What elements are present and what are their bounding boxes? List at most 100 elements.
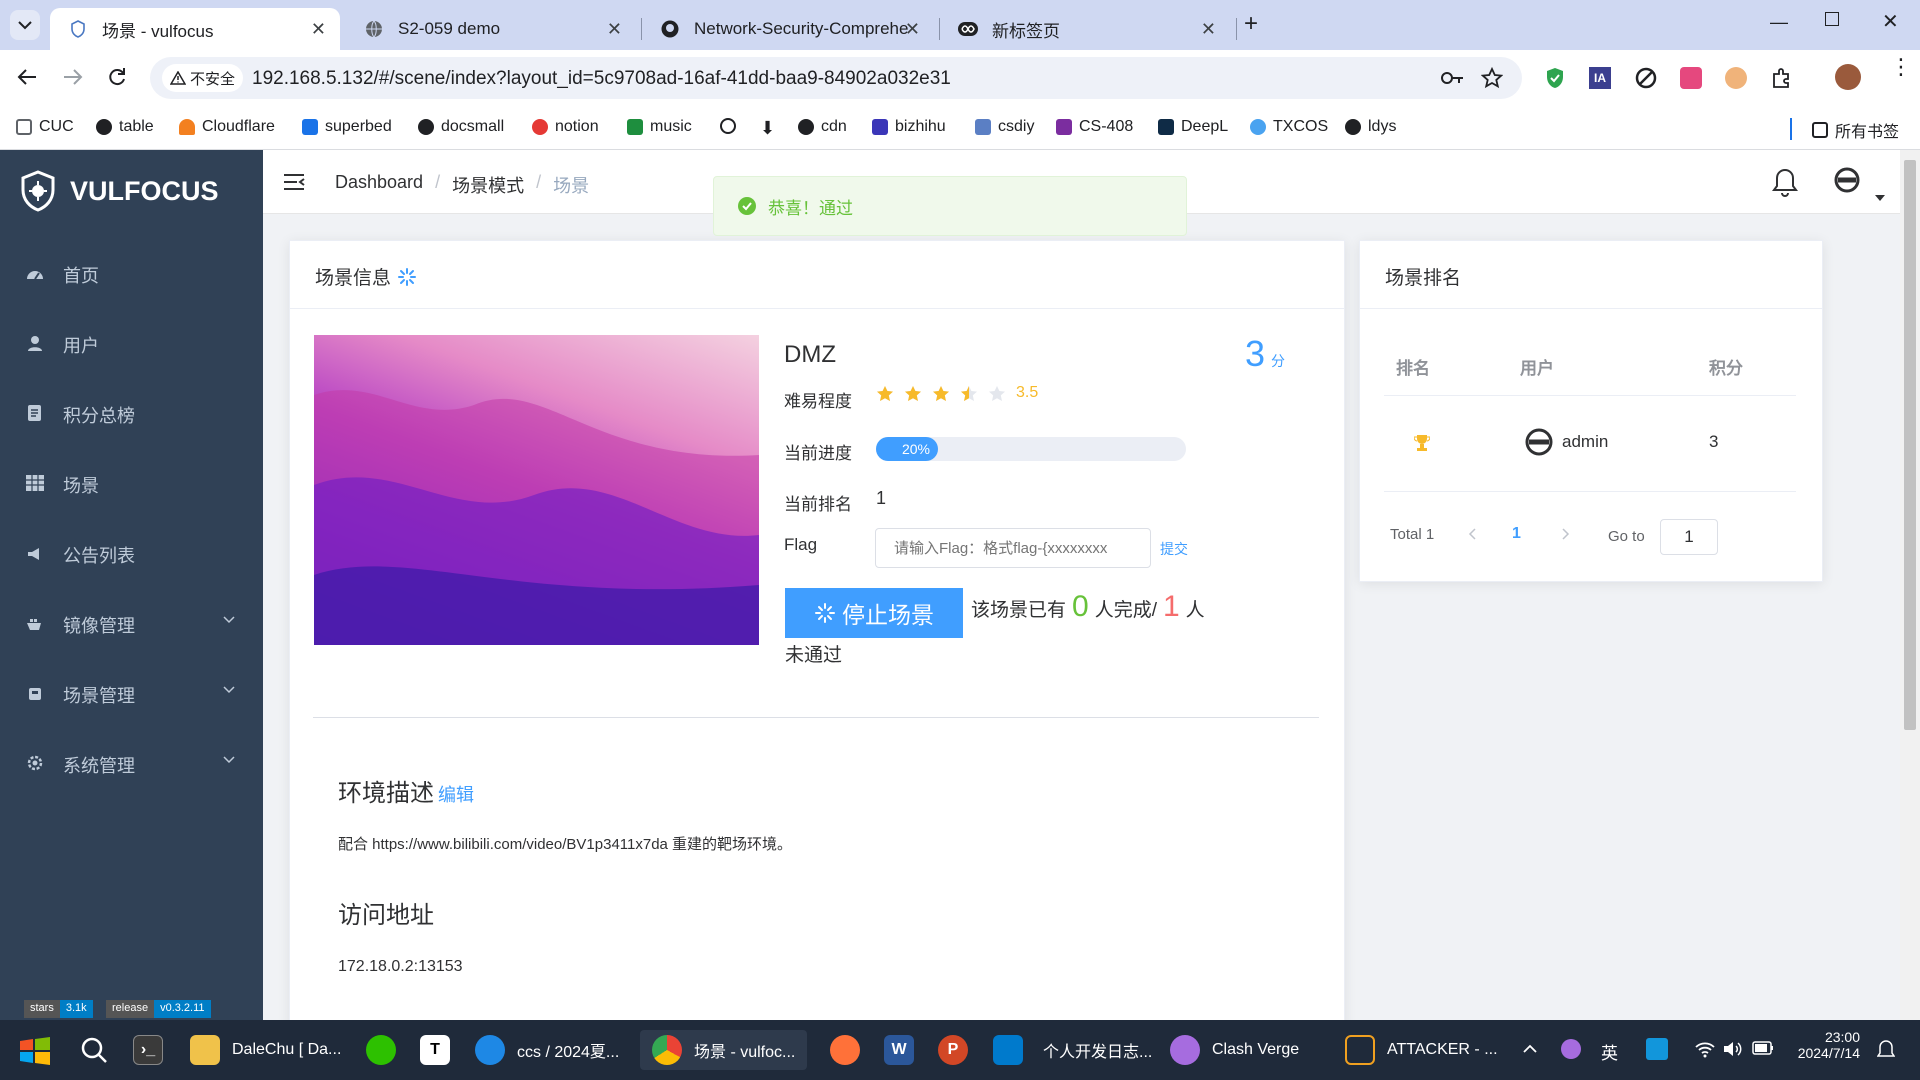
close-tab-icon[interactable]: ✕ <box>607 19 622 40</box>
bookmark-item[interactable]: docsmall <box>418 118 504 136</box>
profile-avatar[interactable] <box>1835 64 1861 90</box>
ime-indicator[interactable]: 英 <box>1601 1039 1618 1064</box>
tab-network-security[interactable]: Network-Security-Comprehe ✕ <box>642 8 934 50</box>
close-tab-icon[interactable]: ✕ <box>905 19 920 40</box>
firefox-taskbar-button[interactable] <box>830 1030 860 1070</box>
breadcrumb-scene-mode[interactable]: 场景模式 <box>452 172 524 198</box>
address-bar[interactable]: 不安全 192.168.5.132/#/scene/index?layout_i… <box>150 57 1522 99</box>
sidebar-item-leaderboard[interactable]: 积分总榜 <box>0 380 263 450</box>
bookmark-item[interactable]: table <box>96 118 154 136</box>
flag-input[interactable] <box>875 528 1151 568</box>
bookmark-item[interactable]: Cloudflare <box>179 118 275 136</box>
breadcrumb-dashboard[interactable]: Dashboard <box>335 172 423 198</box>
start-button[interactable] <box>18 1030 52 1070</box>
chevron-up-icon[interactable] <box>1523 1044 1537 1054</box>
bookmark-item[interactable]: CS-408 <box>1056 118 1133 136</box>
ia-extension-icon[interactable]: IA <box>1589 67 1611 89</box>
back-arrow-icon[interactable] <box>17 68 37 86</box>
taskbar-app[interactable]: ccs / 2024夏... <box>475 1030 619 1070</box>
more-menu-icon[interactable]: ⋮ <box>1890 56 1912 78</box>
battery-icon[interactable] <box>1752 1041 1774 1055</box>
password-key-icon[interactable] <box>1440 70 1464 86</box>
close-tab-icon[interactable]: ✕ <box>311 19 326 40</box>
music-icon <box>627 119 643 135</box>
notification-bell-icon[interactable] <box>1877 1039 1895 1059</box>
bookmark-item[interactable]: music <box>627 118 692 136</box>
stars-badge[interactable]: stars 3.1k <box>24 1000 93 1018</box>
translate-extension-icon[interactable] <box>1680 67 1702 89</box>
reload-icon[interactable] <box>107 67 127 87</box>
page-scrollbar[interactable] <box>1900 150 1920 1020</box>
user-avatar[interactable] <box>1834 167 1860 193</box>
taskbar-app[interactable]: ATTACKER - ... <box>1345 1030 1498 1070</box>
tab-new-tab[interactable]: 新标签页 ✕ <box>940 8 1230 50</box>
search-taskbar-button[interactable] <box>80 1030 108 1070</box>
close-window-button[interactable]: ✕ <box>1882 9 1899 34</box>
bookmark-item[interactable]: csdiy <box>975 118 1034 136</box>
word-taskbar-button[interactable]: W <box>884 1030 914 1070</box>
bookmark-item[interactable]: CUC <box>16 118 74 136</box>
bookmark-item[interactable]: superbed <box>302 118 392 136</box>
tab-vulfocus[interactable]: 场景 - vulfocus ✕ <box>50 8 340 50</box>
forward-arrow-icon[interactable] <box>63 68 83 86</box>
taskbar-app-active[interactable]: 场景 - vulfoc... <box>640 1030 808 1070</box>
goto-page-input[interactable]: 1 <box>1660 519 1718 555</box>
download-icon[interactable]: ⬇ <box>760 118 775 139</box>
sidebar-item-system-management[interactable]: 系统管理 <box>0 730 263 800</box>
bell-icon[interactable] <box>1772 167 1798 197</box>
sidebar-item-announcements[interactable]: 公告列表 <box>0 520 263 590</box>
adguard-extension-icon[interactable] <box>1545 67 1565 89</box>
rank-score: 3 <box>1709 432 1719 451</box>
hamburger-toggle-icon[interactable] <box>283 173 305 191</box>
pagination-page[interactable]: 1 <box>1512 525 1521 543</box>
sidebar-item-image-management[interactable]: 镜像管理 <box>0 590 263 660</box>
bookmark-item[interactable]: TXCOS <box>1250 118 1328 136</box>
submit-flag-link[interactable]: 提交 <box>1160 539 1188 559</box>
app-logo[interactable]: VULFOCUS <box>20 170 219 212</box>
tray-cat-icon[interactable] <box>1561 1039 1581 1059</box>
baidu-tray-icon[interactable] <box>1646 1038 1668 1060</box>
bookmark-item[interactable]: DeepL <box>1158 118 1228 136</box>
security-indicator[interactable]: 不安全 <box>162 64 244 92</box>
terminal-taskbar-button[interactable]: ›_ <box>133 1030 163 1070</box>
taskbar-app[interactable]: DaleChu [ Da... <box>190 1030 341 1070</box>
scrollbar-thumb[interactable] <box>1904 160 1916 730</box>
stop-scene-button[interactable]: 停止场景 <box>785 588 963 638</box>
close-tab-icon[interactable]: ✕ <box>1201 19 1216 40</box>
extensions-puzzle-icon[interactable] <box>1771 67 1793 89</box>
tab-search-button[interactable] <box>10 10 40 40</box>
taskbar-app[interactable]: Clash Verge <box>1170 1030 1299 1070</box>
restore-window-button[interactable] <box>1825 12 1839 26</box>
difficulty-value: 3.5 <box>1016 384 1039 401</box>
edit-link[interactable]: 编辑 <box>438 781 474 807</box>
bookmark-item[interactable]: notion <box>532 118 599 136</box>
minimize-window-button[interactable]: — <box>1770 12 1788 33</box>
table-row[interactable]: admin 3 <box>1384 396 1796 492</box>
sidebar-item-home[interactable]: 首页 <box>0 240 263 310</box>
sidebar-item-users[interactable]: 用户 <box>0 310 263 380</box>
new-tab-button[interactable]: + <box>1244 10 1258 38</box>
block-extension-icon[interactable] <box>1635 67 1657 89</box>
chevron-left-icon[interactable] <box>1468 528 1476 540</box>
chevron-right-icon[interactable] <box>1562 528 1570 540</box>
history-icon[interactable] <box>720 118 736 134</box>
typora-taskbar-button[interactable]: T <box>420 1030 450 1070</box>
sidebar-item-scene[interactable]: 场景 <box>0 450 263 520</box>
wifi-icon[interactable] <box>1694 1040 1716 1058</box>
release-badge[interactable]: release v0.3.2.11 <box>106 1000 211 1018</box>
all-bookmarks[interactable]: 所有书签 <box>1812 118 1899 142</box>
avatar-extension-icon[interactable] <box>1725 67 1747 89</box>
bookmark-star-icon[interactable] <box>1481 67 1503 89</box>
taskbar-app[interactable]: 个人开发日志... <box>993 1030 1152 1070</box>
scene-icon <box>25 685 45 706</box>
bookmark-item[interactable]: ldys <box>1345 118 1396 136</box>
wechat-taskbar-button[interactable] <box>366 1030 396 1070</box>
sidebar-item-scene-management[interactable]: 场景管理 <box>0 660 263 730</box>
powerpoint-taskbar-button[interactable]: P <box>938 1030 968 1070</box>
speaker-icon[interactable] <box>1722 1040 1742 1058</box>
bookmark-item[interactable]: cdn <box>798 118 847 136</box>
tab-s2-059[interactable]: S2-059 demo ✕ <box>346 8 636 50</box>
caret-down-icon[interactable] <box>1875 195 1885 201</box>
system-clock[interactable]: 23:00 2024/7/14 <box>1794 1029 1860 1061</box>
bookmark-item[interactable]: bizhihu <box>872 118 946 136</box>
